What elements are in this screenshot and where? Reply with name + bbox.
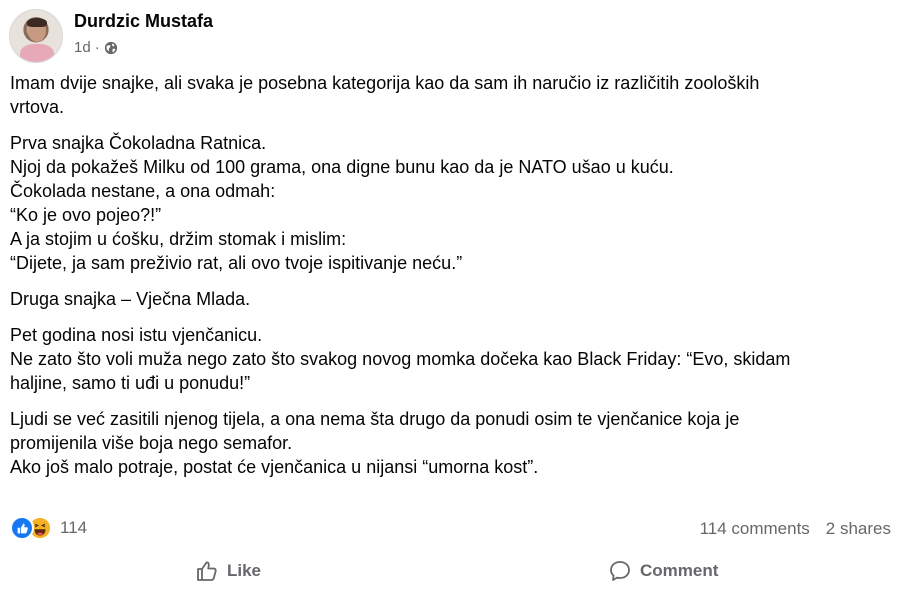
thumbs-up-icon <box>197 561 217 581</box>
text-line: Prva snajka Čokoladna Ratnica. <box>10 133 267 153</box>
paragraph-2: Prva snajka Čokoladna Ratnica. Njoj da p… <box>10 131 880 275</box>
comment-bubble-icon <box>610 561 630 581</box>
post-header: Durdzic Mustafa 1d · <box>9 9 889 63</box>
paragraph-4: Pet godina nosi istu vjenčanicu. Ne zato… <box>10 323 880 395</box>
text-line: haljine, samo ti uđi u ponudu!” <box>10 373 251 393</box>
paragraph-1: Imam dvije snajke, ali svaka je posebna … <box>10 71 880 119</box>
text-line: Ljudi se već zasitili njenog tijela, a o… <box>10 409 740 429</box>
comment-button[interactable]: Comment <box>608 553 718 589</box>
action-bar: Like Comment <box>0 553 900 589</box>
text-line: Druga snajka – Vječna Mlada. <box>10 289 251 309</box>
reactions-summary[interactable]: 114 <box>10 516 87 540</box>
post-meta: 1d · <box>74 39 118 56</box>
like-button[interactable]: Like <box>195 553 261 589</box>
text-line: “Dijete, ja sam preživio rat, ali ovo tv… <box>10 253 463 273</box>
paragraph-3: Druga snajka – Vječna Mlada. <box>10 287 880 311</box>
avatar[interactable] <box>9 9 63 63</box>
text-line: promijenila više boja nego semafor. <box>10 433 293 453</box>
text-line: A ja stojim u ćošku, držim stomak i misl… <box>10 229 347 249</box>
shares-count[interactable]: 2 shares <box>826 519 891 539</box>
globe-icon[interactable] <box>104 41 118 55</box>
post-stats: 114 comments 2 shares <box>700 519 891 539</box>
like-label: Like <box>227 561 262 580</box>
text-line: Pet godina nosi istu vjenčanicu. <box>10 325 263 345</box>
text-line: Ako još malo potraje, postat će vjenčani… <box>10 457 539 477</box>
text-line: Njoj da pokažeš Milku od 100 grama, ona … <box>10 157 674 177</box>
text-line: Čokolada nestane, a ona odmah: <box>10 181 276 201</box>
comment-label: Comment <box>640 561 719 580</box>
text-line: Ne zato što voli muža nego zato što svak… <box>10 349 791 369</box>
text-line: vrtova. <box>10 97 65 117</box>
comments-count[interactable]: 114 comments <box>700 519 810 539</box>
meta-separator: · <box>94 39 100 56</box>
like-icon <box>10 516 34 540</box>
text-line: Imam dvije snajke, ali svaka je posebna … <box>10 73 760 93</box>
post-time[interactable]: 1d <box>74 39 91 56</box>
paragraph-5: Ljudi se već zasitili njenog tijela, a o… <box>10 407 880 479</box>
text-line: “Ko je ovo pojeo?!” <box>10 205 162 225</box>
reaction-count: 114 <box>60 518 88 537</box>
post-text: Imam dvije snajke, ali svaka je posebna … <box>10 71 880 491</box>
author-name[interactable]: Durdzic Mustafa <box>74 11 213 32</box>
